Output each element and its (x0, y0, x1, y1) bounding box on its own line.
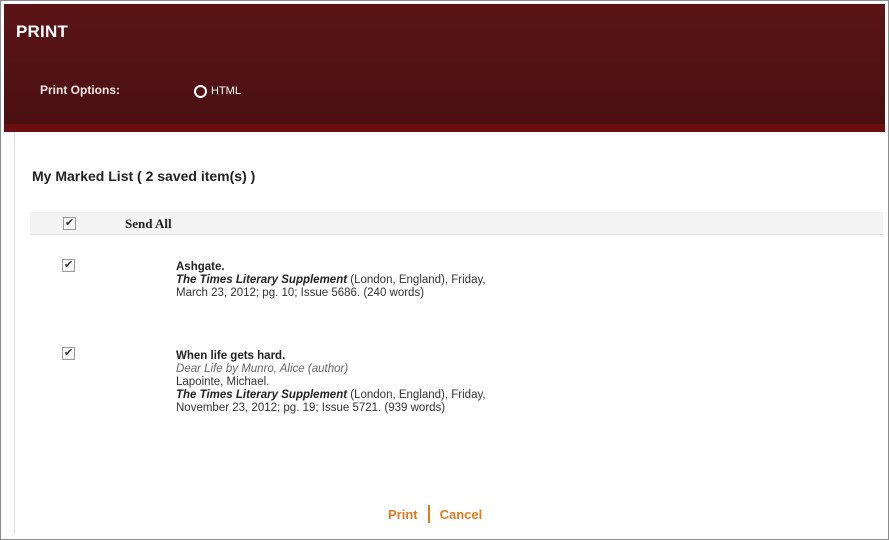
print-options-label: Print Options: (40, 83, 120, 97)
item-subtitle: Dear Life by Munro, Alice (author) (176, 363, 349, 375)
format-option-label: HTML (211, 85, 241, 97)
cancel-button[interactable]: Cancel (440, 507, 483, 522)
marked-list-title: My Marked List ( 2 saved item(s) ) (32, 168, 256, 184)
format-option-html[interactable]: HTML (194, 84, 241, 98)
radio-selected-icon[interactable] (194, 84, 207, 98)
item-title[interactable]: Ashgate. (176, 261, 486, 274)
item-publication: The Times Literary Supplement (176, 389, 348, 401)
print-button[interactable]: Print (388, 507, 418, 522)
item-publication: The Times Literary Supplement (176, 274, 348, 286)
list-item: When life gets hard. Dear Life by Munro,… (176, 350, 486, 415)
item-title[interactable]: When life gets hard. (176, 350, 486, 363)
item-date-line: November 23, 2012; pg. 19; Issue 5721. (… (176, 402, 446, 414)
dialog-header: PRINT Print Options: HTML (4, 4, 885, 132)
item-details: (London, England), Friday, (347, 389, 486, 401)
item-author: Lapointe, Michael. (176, 376, 270, 388)
marked-list-panel (14, 132, 886, 534)
action-separator (427, 505, 430, 523)
item-details: (London, England), Friday, (347, 274, 486, 286)
item-checkbox[interactable]: ✔ (62, 259, 75, 272)
send-all-checkbox[interactable]: ✔ (63, 217, 76, 230)
dialog-title: PRINT (16, 22, 68, 41)
item-date-line: March 23, 2012; pg. 10; Issue 5686. (240… (176, 287, 425, 299)
send-all-label: Send All (125, 216, 172, 231)
header-divider (4, 124, 885, 132)
dialog-actions: Print Cancel (388, 505, 482, 523)
list-item: Ashgate. The Times Literary Supplement (… (176, 261, 486, 300)
item-checkbox[interactable]: ✔ (62, 347, 75, 360)
